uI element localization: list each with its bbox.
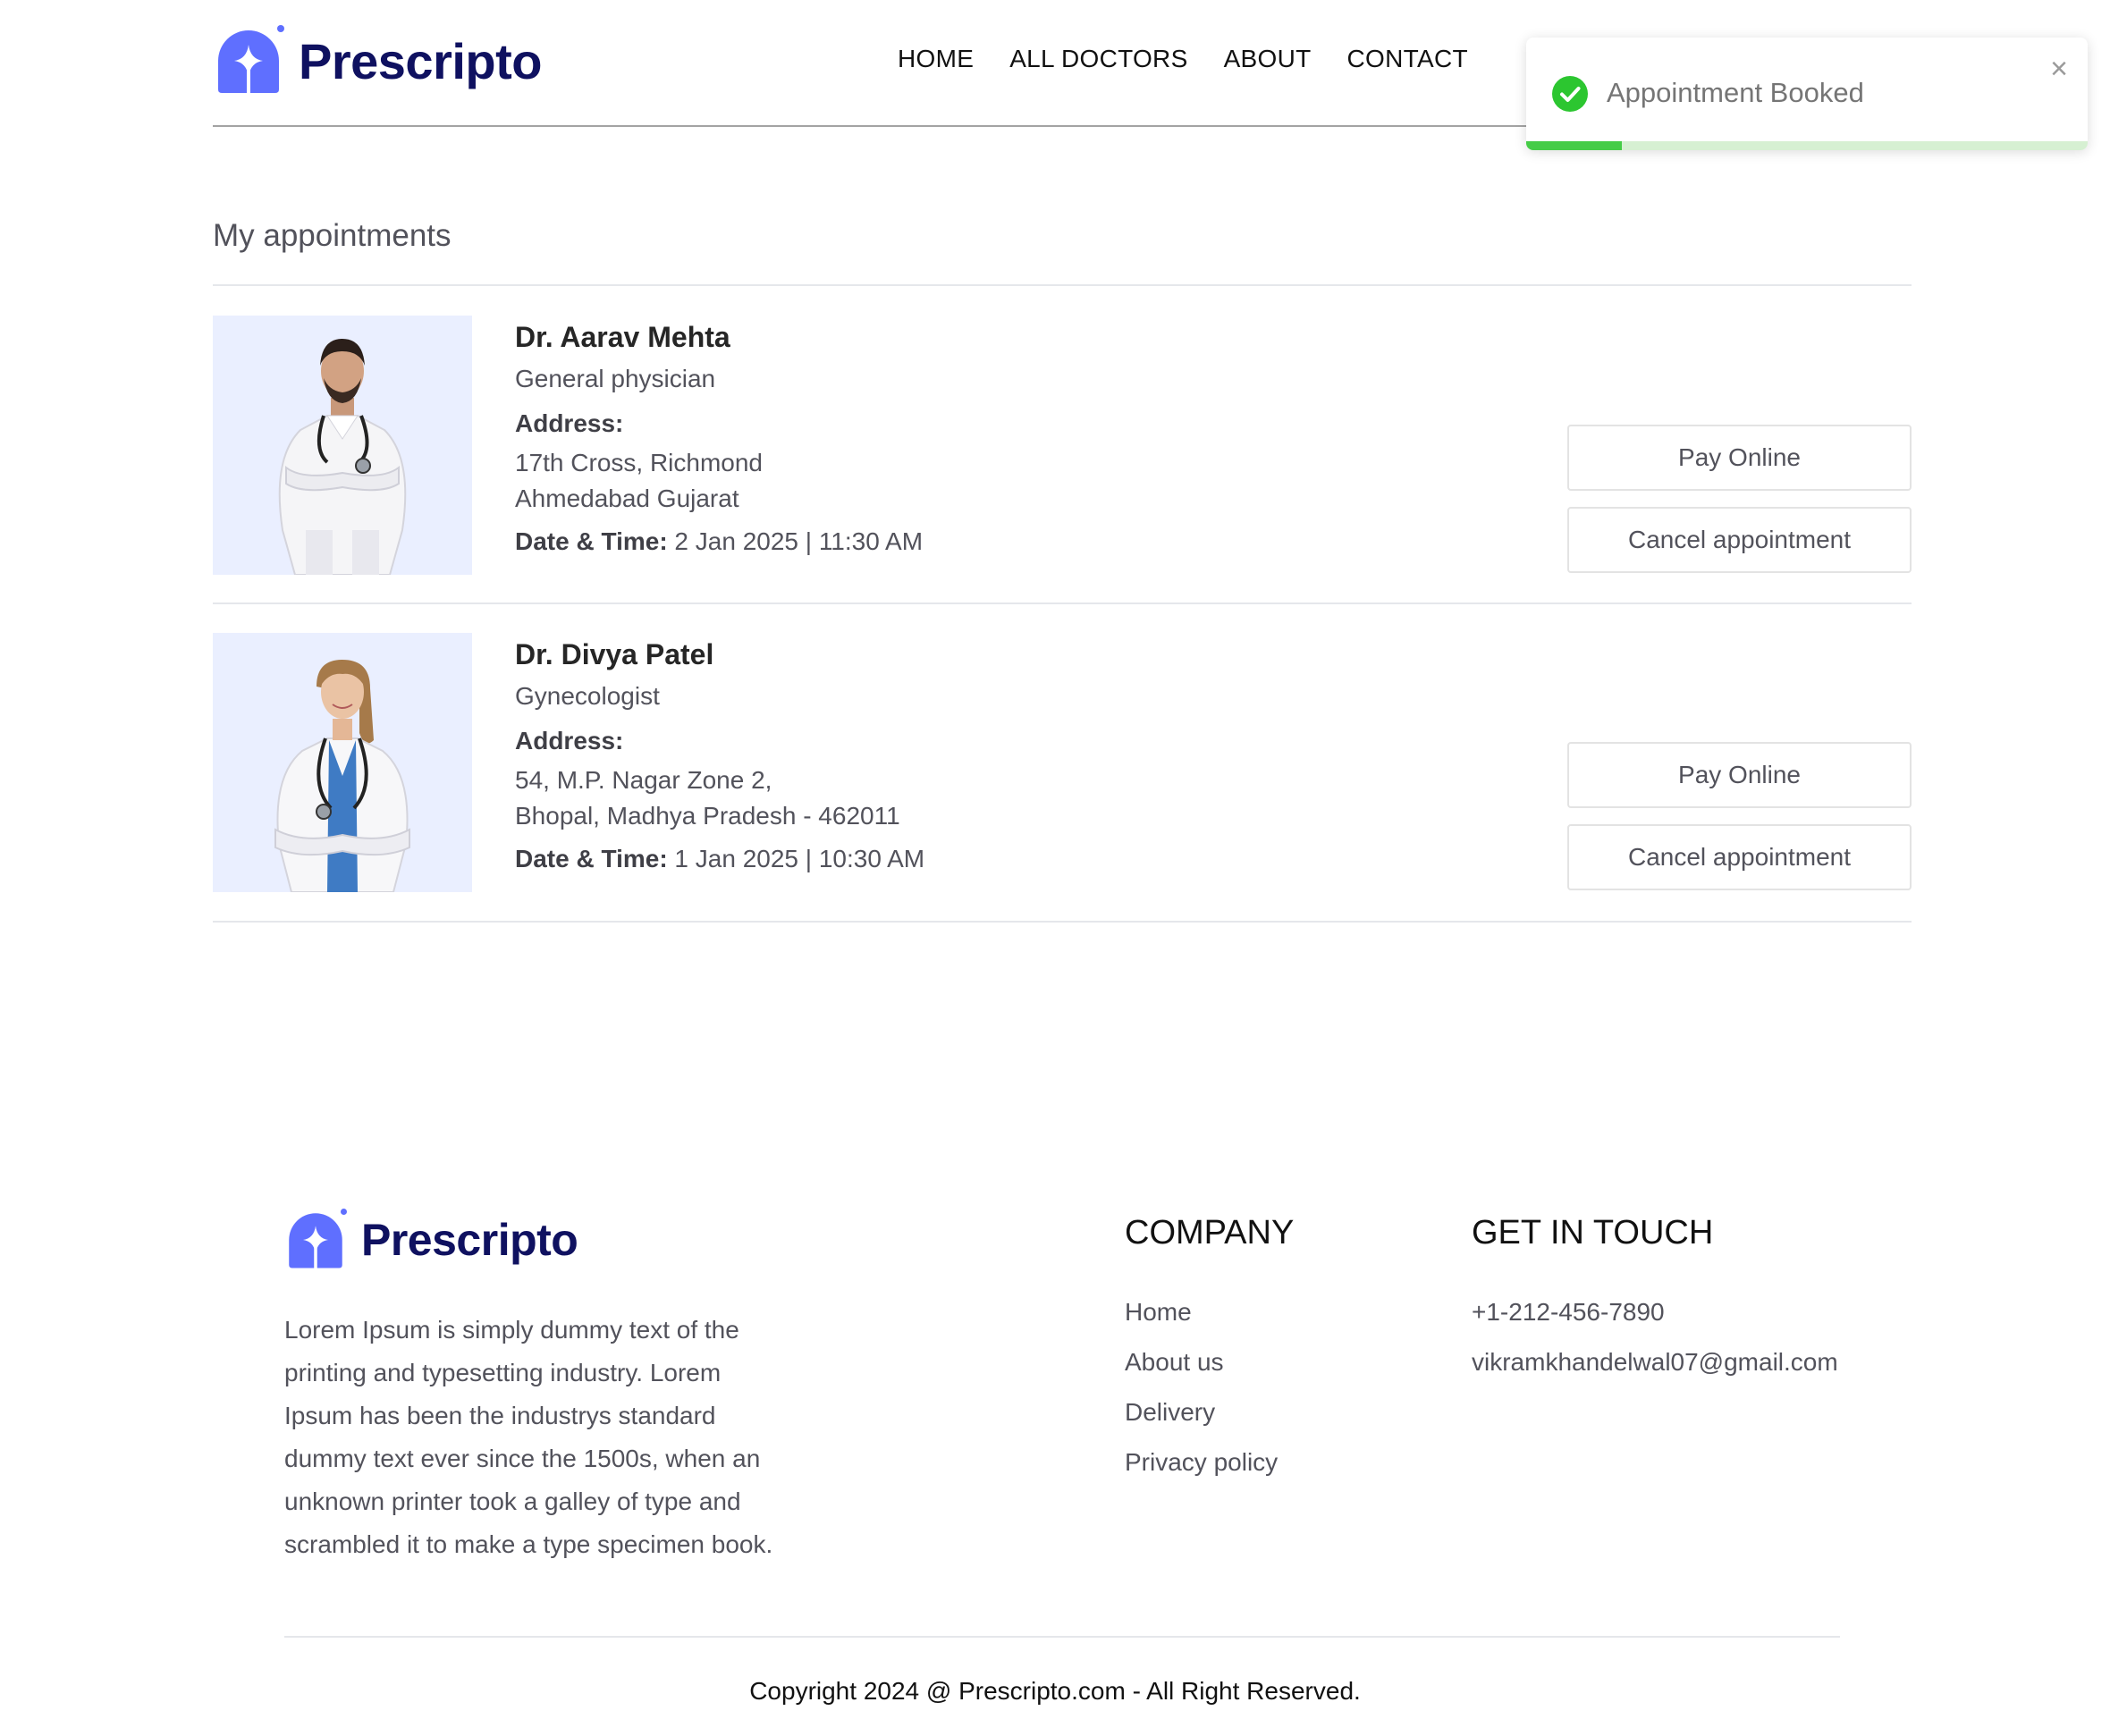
pay-online-button[interactable]: Pay Online: [1567, 742, 1912, 808]
appointment-divider: [213, 921, 1912, 923]
address-line-2: Ahmedabad Gujarat: [515, 485, 739, 512]
doctor-photo: [213, 633, 472, 892]
toast-notification[interactable]: Appointment Booked ×: [1526, 38, 2088, 150]
doctor-info: Dr. Divya Patel Gynecologist Address: 54…: [515, 638, 924, 873]
address-label: Address:: [515, 409, 624, 437]
toast-progress-bar: [1526, 141, 1622, 150]
prescripto-logo-icon: [218, 25, 284, 93]
address-line-2: Bhopal, Madhya Pradesh - 462011: [515, 802, 900, 830]
appointment-divider: [213, 603, 1912, 604]
address-line-1: 54, M.P. Nagar Zone 2,: [515, 766, 772, 794]
doctor-speciality: General physician: [515, 365, 716, 392]
appointment-card: Dr. Aarav Mehta General physician Addres…: [213, 316, 1912, 575]
nav-contact[interactable]: CONTACT: [1347, 45, 1468, 73]
footer-divider: [284, 1636, 1840, 1638]
cancel-appointment-button[interactable]: Cancel appointment: [1567, 824, 1912, 890]
brand-logo[interactable]: Prescripto: [213, 25, 543, 97]
pay-online-button[interactable]: Pay Online: [1567, 425, 1912, 491]
doctor-name: Dr. Divya Patel: [515, 638, 714, 670]
check-circle-icon: [1552, 76, 1588, 112]
footer-link-about-us[interactable]: About us: [1125, 1348, 1224, 1376]
doctor-speciality: Gynecologist: [515, 682, 660, 710]
doctor-name: Dr. Aarav Mehta: [515, 321, 730, 353]
address-label: Address:: [515, 727, 624, 754]
get-in-touch-heading: GET IN TOUCH: [1472, 1214, 1714, 1251]
company-links: Home About us Delivery Privacy policy: [1125, 1298, 1278, 1498]
footer-brand-logo[interactable]: Prescripto: [284, 1209, 578, 1271]
contact-phone: +1-212-456-7890: [1472, 1298, 1665, 1326]
company-heading: COMPANY: [1125, 1214, 1295, 1251]
contact-details: +1-212-456-7890 vikramkhandelwal07@gmail…: [1472, 1298, 1838, 1398]
date-time-label: Date & Time:: [515, 527, 668, 555]
prescripto-logo-icon: [289, 1209, 347, 1268]
cancel-appointment-button[interactable]: Cancel appointment: [1567, 507, 1912, 573]
footer-link-privacy-policy[interactable]: Privacy policy: [1125, 1448, 1278, 1476]
nav-home[interactable]: HOME: [898, 45, 974, 73]
footer-brand-name: Prescripto: [361, 1215, 578, 1265]
copyright-text: Copyright 2024 @ Prescripto.com - All Ri…: [749, 1677, 1361, 1705]
nav-about[interactable]: ABOUT: [1224, 45, 1312, 73]
date-time-value: 1 Jan 2025 | 10:30 AM: [667, 845, 925, 872]
date-time: Date & Time: 2 Jan 2025 | 11:30 AM: [515, 527, 923, 556]
appointment-card: Dr. Divya Patel Gynecologist Address: 54…: [213, 633, 1912, 892]
footer-description: Lorem Ipsum is simply dummy text of the …: [284, 1316, 773, 1558]
close-icon[interactable]: ×: [2050, 54, 2068, 84]
date-time-value: 2 Jan 2025 | 11:30 AM: [667, 527, 924, 555]
doctor-photo: [213, 316, 472, 575]
date-time-label: Date & Time:: [515, 845, 668, 872]
toast-message: Appointment Booked: [1607, 77, 1864, 108]
contact-email: vikramkhandelwal07@gmail.com: [1472, 1348, 1838, 1376]
doctor-info: Dr. Aarav Mehta General physician Addres…: [515, 321, 923, 556]
footer-link-home[interactable]: Home: [1125, 1298, 1192, 1326]
title-divider: [213, 284, 1912, 286]
date-time: Date & Time: 1 Jan 2025 | 10:30 AM: [515, 845, 924, 873]
nav-all-doctors[interactable]: ALL DOCTORS: [1009, 45, 1187, 73]
brand-name: Prescripto: [299, 32, 543, 89]
footer-link-delivery[interactable]: Delivery: [1125, 1398, 1215, 1426]
page-title: My appointments: [213, 218, 452, 253]
main-nav: HOME ALL DOCTORS ABOUT CONTACT: [898, 45, 1468, 73]
address-line-1: 17th Cross, Richmond: [515, 449, 764, 476]
